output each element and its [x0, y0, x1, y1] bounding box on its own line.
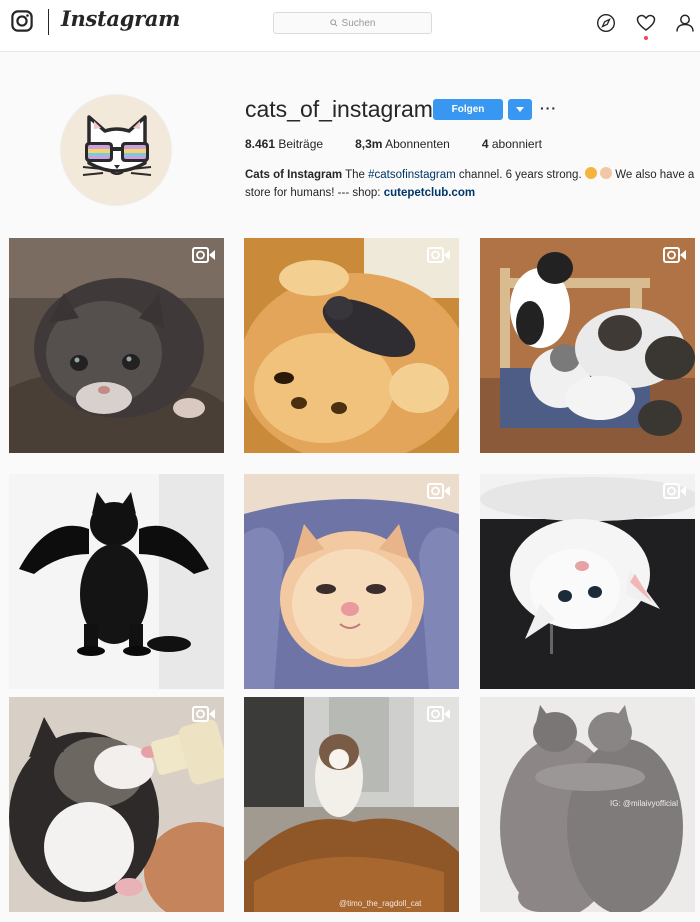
post-tile[interactable]	[9, 697, 224, 912]
post-watermark: IG: @milaivyofficial	[610, 799, 678, 808]
post-tile[interactable]	[244, 474, 459, 689]
following-label: abonniert	[491, 137, 542, 151]
post-tile[interactable]	[244, 238, 459, 453]
post-tile[interactable]	[480, 238, 695, 453]
following-count: 4	[481, 137, 489, 151]
posts-stat: 8.461 Beiträge	[245, 137, 323, 151]
bio-text-1: The	[342, 169, 369, 181]
bio-website-link[interactable]: cutepetclub.com	[384, 187, 475, 199]
followers-label: Abonnenten	[385, 137, 450, 151]
video-icon	[427, 483, 450, 499]
video-icon	[427, 706, 450, 722]
video-icon	[427, 247, 450, 263]
bio-name: Cats of Instagram	[245, 169, 343, 181]
compass-icon[interactable]	[596, 13, 616, 33]
profile-username: cats_of_instagram	[245, 96, 433, 122]
top-navigation-bar: Instagram Suchen	[0, 0, 700, 52]
video-icon	[663, 483, 686, 499]
posts-count: 8.461	[245, 137, 276, 151]
profile-avatar[interactable]	[60, 94, 172, 206]
following-stat[interactable]: 4 abonniert	[482, 137, 542, 151]
post-image	[244, 474, 459, 689]
search-input[interactable]: Suchen	[273, 12, 432, 34]
search-icon	[329, 19, 338, 27]
search-placeholder: Suchen	[341, 17, 376, 29]
post-image	[9, 474, 224, 689]
post-tile[interactable]: IG: @milaivyofficial	[480, 697, 695, 912]
suggestions-dropdown-button[interactable]	[508, 99, 532, 120]
post-tile[interactable]: @timo_the_ragdoll_cat	[244, 697, 459, 912]
cat-with-glasses-logo	[61, 95, 171, 205]
caret-down-icon	[516, 106, 524, 112]
profile-stats: 8.461 Beiträge 8,3m Abonnenten 4 abonnie…	[245, 137, 574, 151]
post-image	[9, 697, 224, 912]
post-image	[480, 474, 695, 689]
logo-divider	[48, 9, 49, 35]
video-icon	[663, 247, 686, 263]
followers-stat[interactable]: 8,3m Abonnenten	[355, 137, 450, 151]
video-icon	[192, 706, 215, 722]
followers-count: 8,3m	[355, 137, 383, 151]
follow-button[interactable]: Folgen	[433, 99, 503, 120]
post-tile[interactable]	[9, 474, 224, 689]
video-icon	[192, 247, 215, 263]
post-tile[interactable]	[480, 474, 695, 689]
profile-icon[interactable]	[675, 13, 695, 33]
notification-dot	[644, 36, 648, 40]
profile-bio: Cats of Instagram The #catsofinstagram c…	[245, 166, 695, 202]
instagram-camera-icon[interactable]	[11, 10, 33, 32]
bio-hashtag-link[interactable]: #catsofinstagram	[368, 169, 456, 181]
instagram-wordmark[interactable]: Instagram	[61, 6, 180, 31]
post-tile[interactable]	[9, 238, 224, 453]
bio-text-2: channel. 6 years strong.	[455, 169, 585, 181]
raised-hand-emoji-icon	[600, 167, 613, 179]
more-options-button[interactable]: ···	[540, 100, 557, 116]
post-image	[244, 238, 459, 453]
post-image	[244, 697, 459, 912]
heart-icon[interactable]	[636, 13, 656, 33]
post-image	[9, 238, 224, 453]
cat-face-emoji-icon	[584, 167, 597, 179]
posts-label: Beiträge	[278, 137, 324, 151]
post-watermark: @timo_the_ragdoll_cat	[339, 899, 422, 908]
post-image	[480, 238, 695, 453]
